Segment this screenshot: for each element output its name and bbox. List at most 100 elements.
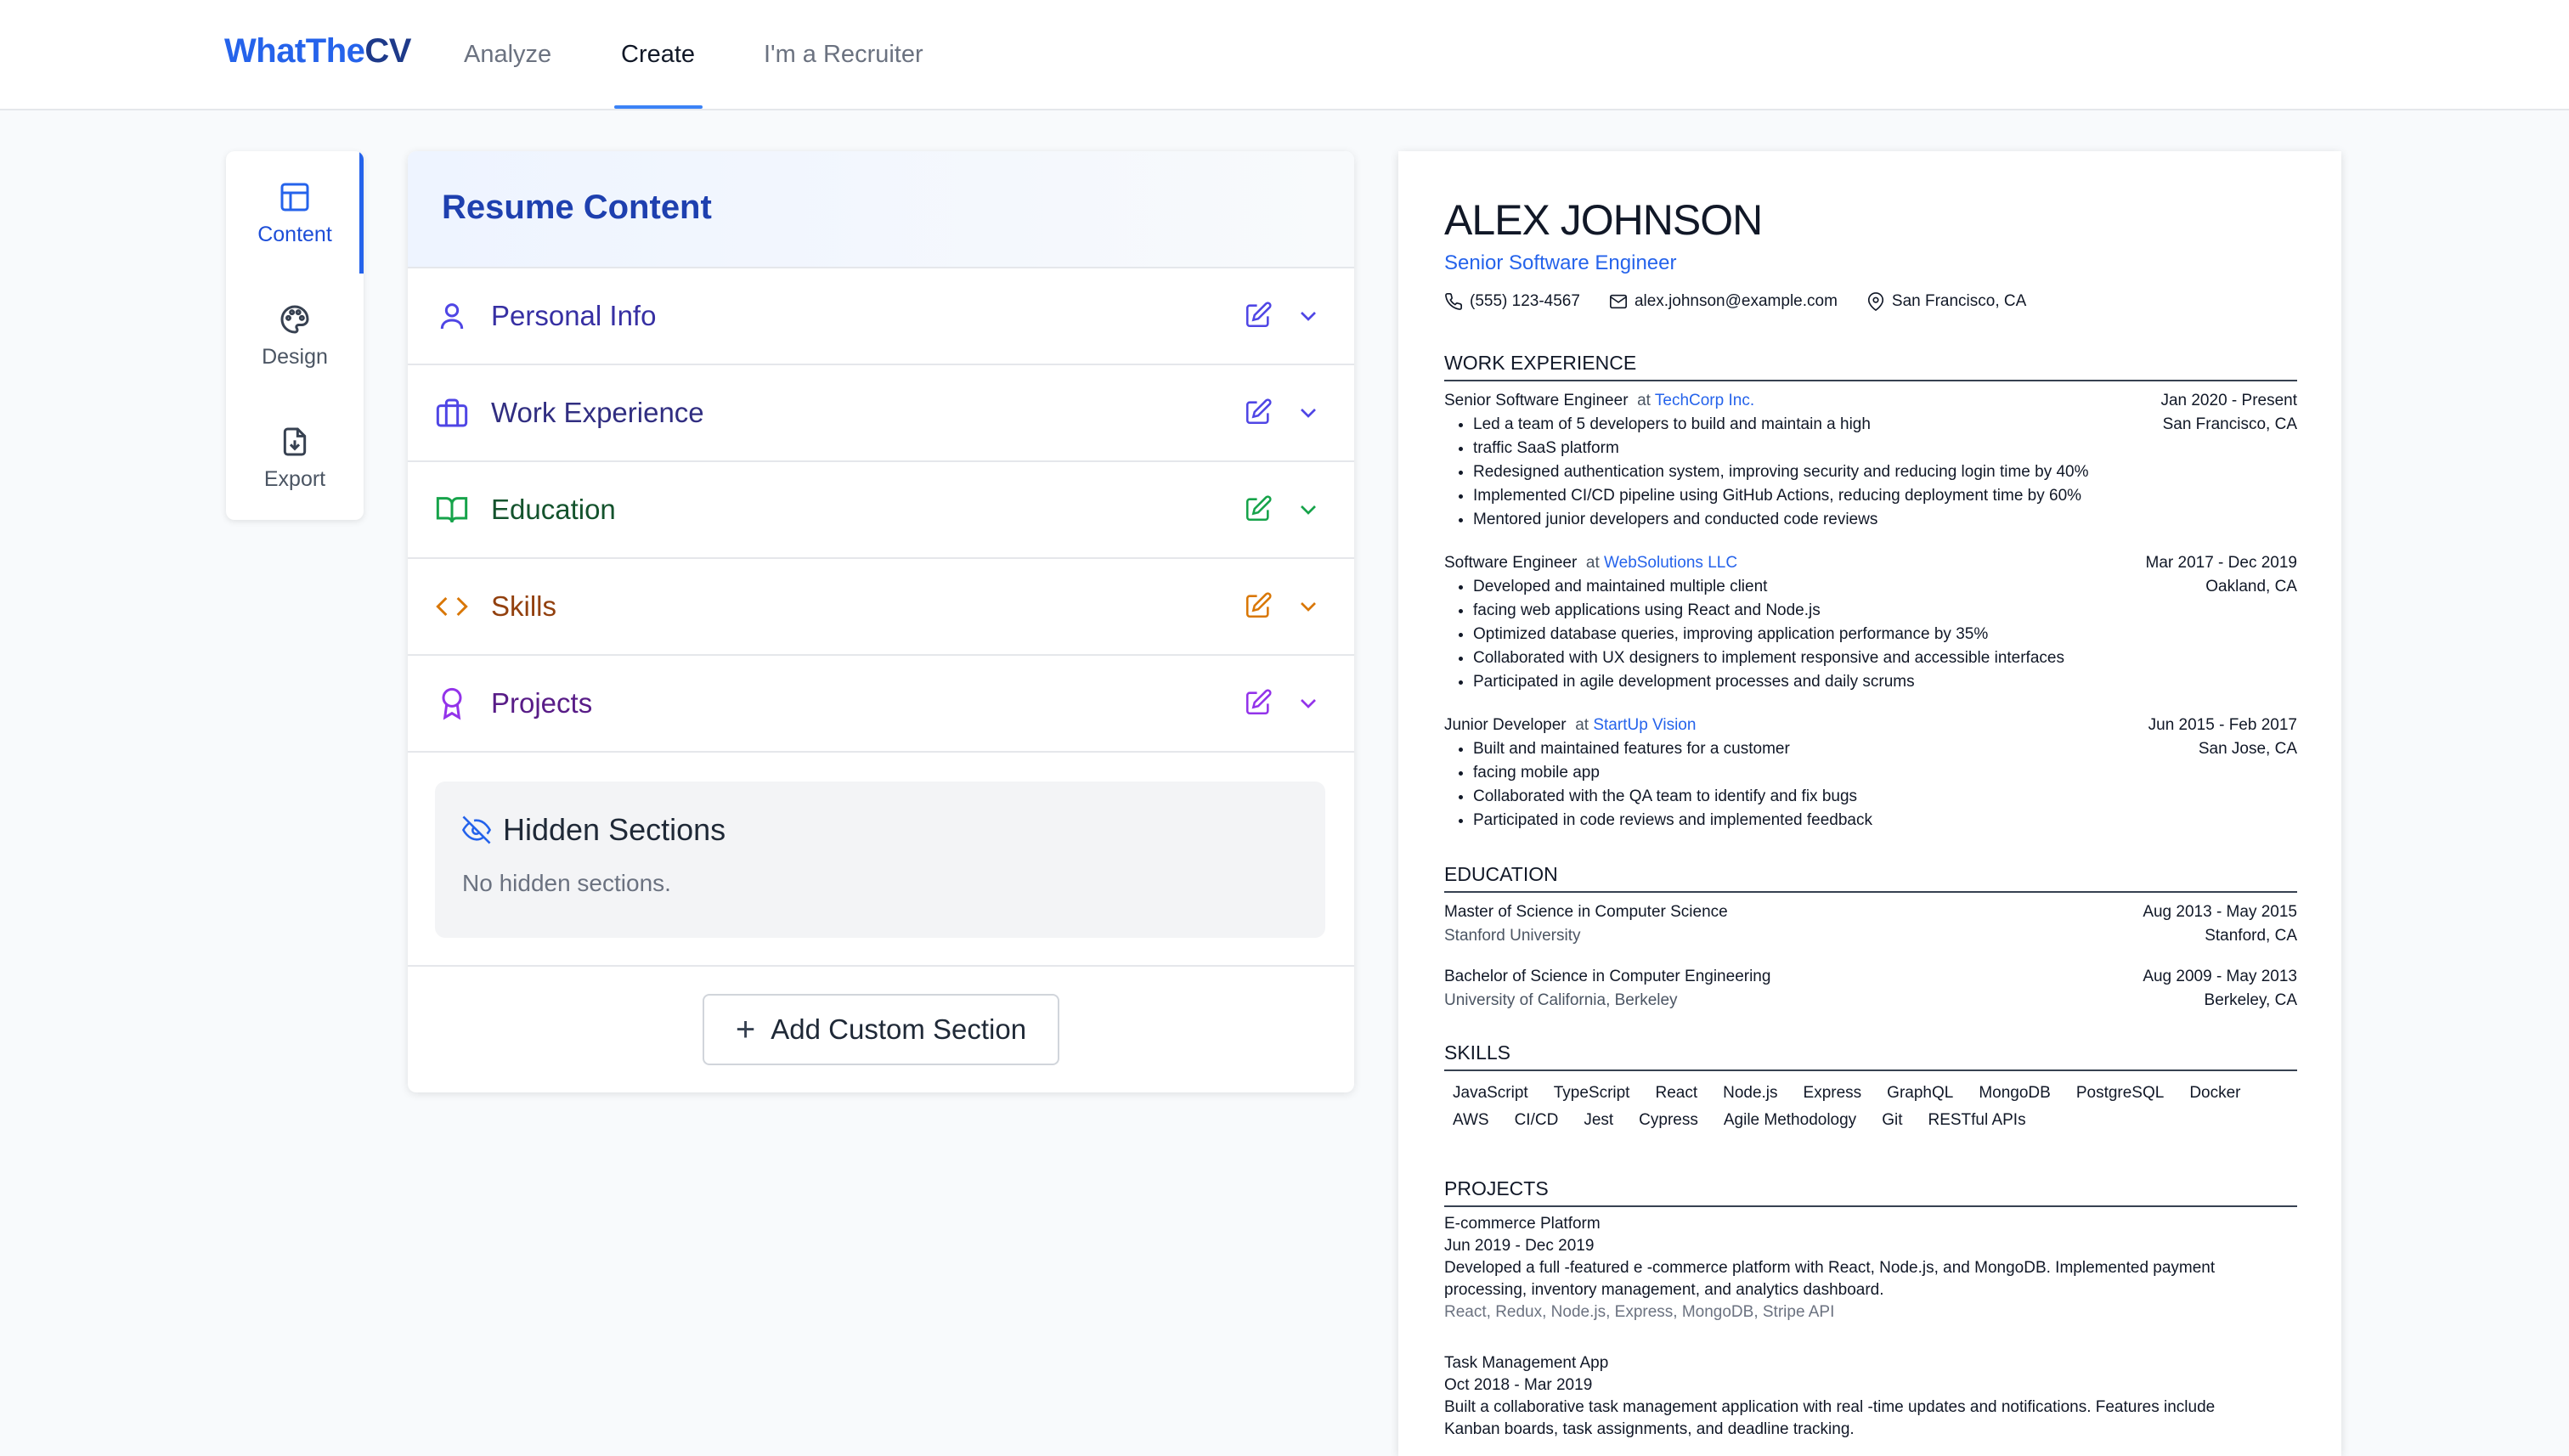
job-bullet: Developed and maintained multiple client: [1473, 575, 2297, 599]
layout-icon: [280, 183, 309, 212]
project-dates: Oct 2018 - Mar 2019: [1444, 1376, 1593, 1394]
map-pin-icon: [1867, 292, 1883, 311]
job-bullet: facing web applications using React and …: [1473, 599, 2297, 623]
chevron-down-icon[interactable]: [1295, 399, 1322, 426]
resume-preview: ALEX JOHNSON Senior Software Engineer (5…: [1398, 151, 2341, 1456]
section-work-experience[interactable]: Work Experience: [408, 365, 1354, 462]
section-projects-label: Projects: [491, 687, 593, 719]
panel-title: Resume Content: [442, 189, 712, 226]
job-at: at: [1575, 716, 1589, 734]
code-icon: [436, 596, 468, 617]
job-at: at: [1637, 392, 1651, 409]
top-navbar: WhatTheCV Analyze Create I'm a Recruiter: [0, 0, 2569, 110]
edu-dates: Aug 2013 - May 2015: [2143, 903, 2297, 921]
job-company: WebSolutions LLC: [1604, 554, 1738, 572]
add-custom-section-button[interactable]: + Add Custom Section: [703, 994, 1059, 1065]
chevron-down-icon[interactable]: [1295, 690, 1322, 717]
skill-tag: RESTful APIs: [1928, 1111, 2026, 1129]
chevron-down-icon[interactable]: [1295, 593, 1322, 620]
resume-education-item: Master of Science in Computer Science Aug…: [1444, 900, 2297, 948]
resume-job: Senior Software Engineer at TechCorp Inc…: [1444, 389, 2297, 532]
skill-tag: TypeScript: [1553, 1084, 1630, 1102]
job-role: Junior Developer: [1444, 716, 1567, 734]
tab-export-label: Export: [263, 467, 326, 491]
edu-dates: Aug 2009 - May 2013: [2143, 968, 2297, 985]
section-skills[interactable]: Skills: [408, 559, 1354, 656]
edit-icon[interactable]: [1244, 301, 1273, 330]
tab-content[interactable]: Content: [226, 151, 364, 274]
contact-location: San Francisco, CA: [1866, 292, 2026, 311]
job-at: at: [1585, 554, 1600, 572]
project-dates: Jun 2019 - Dec 2019: [1444, 1237, 1595, 1255]
project-name: Task Management App: [1444, 1354, 1609, 1372]
resume-name: ALEX JOHNSON: [1444, 196, 1763, 244]
tab-design-label: Design: [262, 345, 328, 369]
book-open-icon: [436, 497, 468, 523]
job-location: San Jose, CA: [2198, 740, 2297, 758]
add-custom-section-label: Add Custom Section: [771, 1013, 1027, 1045]
skill-tag: Cypress: [1639, 1111, 1698, 1129]
edit-icon[interactable]: [1244, 494, 1273, 523]
chevron-down-icon[interactable]: [1295, 496, 1322, 523]
edit-icon[interactable]: [1244, 688, 1273, 717]
skill-tag: AWS: [1453, 1111, 1489, 1129]
hidden-sections-label: Hidden Sections: [503, 812, 726, 847]
tab-design[interactable]: Design: [226, 274, 364, 396]
edit-icon[interactable]: [1244, 591, 1273, 620]
resume-skills-list: JavaScript TypeScript React Node.js Expr…: [1444, 1084, 2297, 1130]
contact-email: alex.johnson@example.com: [1609, 292, 1838, 311]
resume-section-education: EDUCATION: [1444, 863, 2297, 893]
section-work-experience-label: Work Experience: [491, 397, 704, 428]
edu-degree: Master of Science in Computer Science: [1444, 903, 1728, 921]
job-bullet: Built and maintained features for a cust…: [1473, 737, 2297, 761]
skill-tag: React: [1655, 1084, 1698, 1102]
chevron-down-icon[interactable]: [1295, 302, 1322, 330]
edu-school: University of California, Berkeley: [1444, 991, 1678, 1009]
project-desc: Built a collaborative task management ap…: [1444, 1398, 2216, 1416]
panel-footer: + Add Custom Section: [408, 965, 1354, 1092]
nav-analyze[interactable]: Analyze: [464, 41, 551, 69]
resume-section-work: WORK EXPERIENCE: [1444, 352, 2297, 381]
edit-icon[interactable]: [1244, 398, 1273, 426]
section-education[interactable]: Education: [408, 462, 1354, 559]
resume-content-panel: Resume Content Personal Info Work Experi…: [408, 151, 1354, 1092]
mail-icon: [1609, 294, 1627, 309]
edu-location: Berkeley, CA: [2204, 991, 2297, 1009]
skill-tag: Git: [1882, 1111, 1903, 1129]
project-desc: Developed a full -featured e -commerce p…: [1444, 1259, 2216, 1277]
job-bullet: Collaborated with UX designers to implem…: [1473, 646, 2297, 670]
nav-active-indicator: [614, 105, 703, 109]
nav-recruiter[interactable]: I'm a Recruiter: [764, 41, 923, 69]
section-personal-info-label: Personal Info: [491, 300, 657, 331]
project-desc: Kanban boards, task assignments, and dea…: [1444, 1420, 1855, 1438]
resume-job: Software Engineer at WebSolutions LLC Mar…: [1444, 551, 2297, 694]
job-location: San Francisco, CA: [2162, 415, 2297, 433]
job-role: Senior Software Engineer: [1444, 392, 1629, 409]
editor-tab-rail: Content Design Export: [226, 151, 364, 520]
section-projects[interactable]: Projects: [408, 656, 1354, 753]
project-name: E-commerce Platform: [1444, 1215, 1601, 1233]
section-personal-info[interactable]: Personal Info: [408, 268, 1354, 365]
hidden-sections-empty-msg: No hidden sections.: [462, 870, 671, 896]
palette-icon: [280, 305, 309, 334]
tab-export[interactable]: Export: [226, 396, 364, 518]
job-bullet: Participated in agile development proces…: [1473, 670, 2297, 694]
job-company: StartUp Vision: [1593, 716, 1697, 734]
resume-project: Task Management App Oct 2018 - Mar 2019 …: [1444, 1352, 2297, 1441]
skill-tag: CI/CD: [1514, 1111, 1559, 1129]
job-bullet: Collaborated with the QA team to identif…: [1473, 785, 2297, 809]
job-bullet: facing mobile app: [1473, 761, 2297, 785]
job-bullet: Participated in code reviews and impleme…: [1473, 809, 2297, 832]
resume-education-item: Bachelor of Science in Computer Engineer…: [1444, 965, 2297, 1013]
job-dates: Jun 2015 - Feb 2017: [2148, 716, 2297, 734]
hidden-sections-box: Hidden Sections No hidden sections.: [435, 782, 1325, 938]
job-bullet: Mentored junior developers and conducted…: [1473, 508, 2297, 532]
job-dates: Jan 2020 - Present: [2160, 392, 2297, 409]
phone-icon: [1445, 293, 1462, 310]
contact-phone-text: (555) 123-4567: [1470, 292, 1580, 310]
logo[interactable]: WhatTheCV: [224, 32, 411, 71]
section-skills-label: Skills: [491, 590, 557, 622]
resume-job-title: Senior Software Engineer: [1444, 251, 1677, 274]
job-location: Oakland, CA: [2205, 578, 2297, 595]
nav-create[interactable]: Create: [621, 41, 695, 69]
